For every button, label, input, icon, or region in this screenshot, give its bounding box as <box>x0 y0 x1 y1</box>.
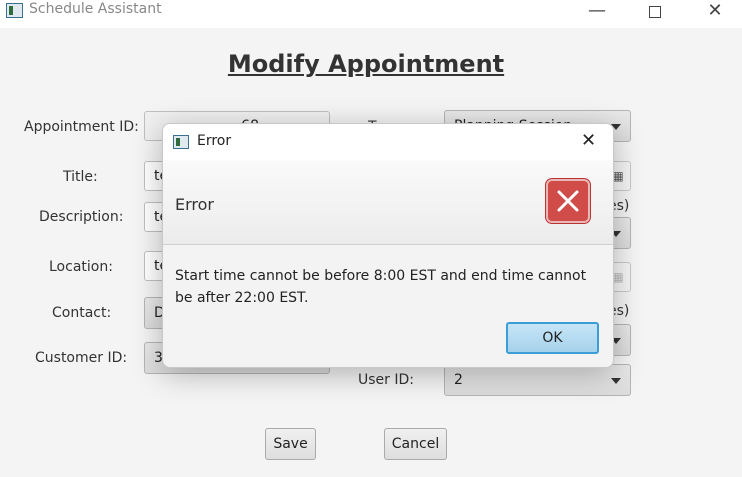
close-button[interactable]: ✕ <box>692 0 738 26</box>
dialog-titlebar: Error ✕ <box>163 124 613 160</box>
save-button[interactable]: Save <box>265 428 316 460</box>
customer-id-label: Customer ID: <box>35 350 128 366</box>
dialog-header: Error <box>163 160 613 245</box>
dialog-header-text: Error <box>175 195 214 214</box>
description-label: Description: <box>39 209 124 225</box>
cancel-button[interactable]: Cancel <box>384 428 447 460</box>
ok-button[interactable]: OK <box>506 322 599 354</box>
dialog-close-button[interactable]: ✕ <box>581 130 596 151</box>
window-titlebar: Schedule Assistant — ✕ <box>0 0 742 28</box>
appointment-id-label: Appointment ID: <box>24 119 139 135</box>
dialog-message: Start time cannot be before 8:00 EST and… <box>175 268 587 306</box>
maximize-icon <box>649 6 661 18</box>
user-id-value: 2 <box>454 372 463 388</box>
error-x-icon <box>546 179 590 223</box>
dialog-title: Error <box>197 133 232 149</box>
contact-label: Contact: <box>52 305 112 321</box>
chevron-down-icon <box>611 378 621 384</box>
user-id-combo[interactable]: 2 <box>444 364 631 396</box>
window-title: Schedule Assistant <box>29 1 162 17</box>
dialog-app-icon <box>173 135 189 149</box>
user-id-label: User ID: <box>358 372 414 388</box>
title-label: Title: <box>63 169 98 185</box>
error-dialog: Error ✕ Error Start time cannot be befor… <box>162 123 614 368</box>
app-icon <box>6 3 23 18</box>
page-title: Modify Appointment <box>227 50 505 78</box>
maximize-button[interactable] <box>632 0 678 26</box>
location-label: Location: <box>49 259 113 275</box>
minimize-button[interactable]: — <box>574 0 620 26</box>
